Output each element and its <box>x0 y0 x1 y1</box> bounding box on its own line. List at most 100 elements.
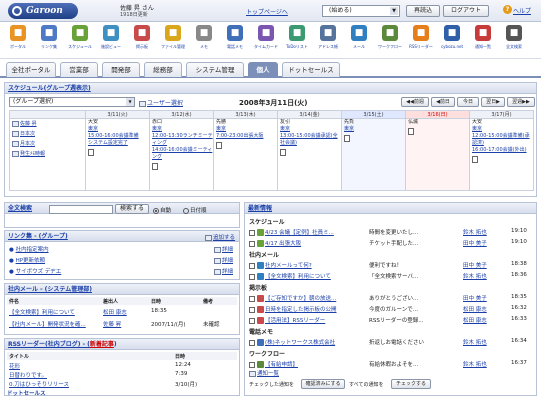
check-all-button[interactable]: チェックする <box>391 379 431 389</box>
latest-item-title[interactable]: 【ご存知ですか】朝の放送... <box>249 294 367 302</box>
checkbox[interactable] <box>249 262 255 269</box>
checkbox[interactable] <box>249 229 255 236</box>
user-select-link[interactable]: ユーザー選択 <box>139 98 183 107</box>
day-cell[interactable]: 先負 東京 <box>341 118 406 191</box>
latest-row[interactable]: 4/23 会議【定例】社員ミ... 時間を変更いたし... 鈴木 拓也 19:10 <box>249 227 532 237</box>
today-button[interactable]: 今日 <box>457 97 479 107</box>
latest-row[interactable]: 【有給申請】 有給休暇およそを... 鈴木 拓也 16:37 <box>249 359 532 369</box>
app-memo[interactable]: ■ メモ <box>190 25 218 50</box>
checkbox[interactable] <box>249 339 255 346</box>
latest-row[interactable]: 4/17 出張大阪 チケット手配した... 田中 美子 19:10 <box>249 238 532 248</box>
next-week-button[interactable]: 翌週▶▶ <box>507 97 535 107</box>
search-input[interactable] <box>49 205 113 214</box>
checkbox[interactable] <box>249 295 255 302</box>
app-search[interactable]: ■ 全文検索 <box>500 25 528 50</box>
app-facility[interactable]: ■ 施設ビュー <box>97 25 125 50</box>
detail-link[interactable]: 詳細 <box>213 256 233 264</box>
mail-row[interactable]: 【社内メール】開発状況を確... 佐藤 昇 2007/11/(月) 未確認 <box>7 319 237 328</box>
app-notice[interactable]: ■ 通知一覧 <box>469 25 497 50</box>
app-phone[interactable]: ■ 電話メモ <box>221 25 249 50</box>
day-cell[interactable]: 大安 東京 15:00-16:00会議準備 システム設定完了 <box>85 118 150 191</box>
checkbox[interactable] <box>249 317 255 324</box>
app-workflow[interactable]: ■ ワークフロー <box>376 25 404 50</box>
start-select[interactable]: (始める) ▼ <box>322 5 400 17</box>
day-cell[interactable]: 赤口 東京 12:00-13:30ランチミーティング 14:00-16:00会議ミーテ… <box>149 118 214 191</box>
tab-1[interactable]: 営業部 <box>60 62 98 77</box>
app-portal[interactable]: ■ ポータル <box>4 25 32 50</box>
latest-item-sender[interactable]: 鈴木 拓也 <box>463 338 503 346</box>
add-link-button[interactable]: 追加する <box>204 233 235 241</box>
latest-item-sender[interactable]: 鈴木 拓也 <box>463 272 503 280</box>
memo-icon[interactable] <box>344 135 350 142</box>
link-item[interactable]: ● サイボウズ デヂエ <box>9 267 61 275</box>
prev-week-button[interactable]: ◀◀前週 <box>401 97 429 107</box>
latest-item-sender[interactable]: 松田 康志 <box>463 305 503 313</box>
memo-icon[interactable] <box>472 156 478 163</box>
link-item[interactable]: ● HP更新依頼 <box>9 256 45 264</box>
tab-6[interactable]: ドットセールス <box>282 62 340 77</box>
prev-day-button[interactable]: ◀前日 <box>431 97 455 107</box>
latest-item-title[interactable]: 日時を指定した掲示板の公開 <box>249 305 367 313</box>
day-cell[interactable]: 大安 東京 12:00-15:00会議準備(承認済) 16:00-17:00会議(外出… <box>469 118 534 191</box>
rss-row[interactable]: 花形 12:24 <box>7 361 237 370</box>
latest-item-sender[interactable]: 田中 美子 <box>463 261 503 269</box>
notice-list-link[interactable]: 通知一覧 <box>249 369 279 377</box>
latest-item-title[interactable]: 【活用法】RSSリーダー <box>249 316 367 324</box>
person-link[interactable]: 日本次 <box>11 129 85 139</box>
memo-icon[interactable] <box>152 163 158 170</box>
latest-item-sender[interactable]: 鈴木 拓也 <box>463 228 503 236</box>
latest-item-sender[interactable]: 田中 美子 <box>463 239 503 247</box>
checkbox[interactable] <box>249 240 255 247</box>
tab-0[interactable]: 全社ポータル <box>6 62 56 77</box>
latest-item-title[interactable]: (株)ネットワークス株式会社 <box>249 338 367 346</box>
latest-row[interactable]: 【ご存知ですか】朝の放送... ありがとうござい... 田中 美子 18:35 <box>249 293 532 303</box>
new-articles-badge[interactable]: 新着記事 <box>90 341 114 348</box>
search-option-auto[interactable]: 自動 <box>153 206 171 214</box>
memo-icon[interactable] <box>408 128 414 135</box>
day-header[interactable]: 3/14(金) <box>277 110 342 119</box>
latest-item-title[interactable]: 4/23 会議【定例】社員ミ... <box>249 228 367 236</box>
latest-item-sender[interactable]: 田中 美子 <box>463 294 503 302</box>
day-cell[interactable]: 友引 東京 13:00-15:00会議承認(全社会議) <box>277 118 342 191</box>
next-day-button[interactable]: 翌日▶ <box>481 97 505 107</box>
latest-item-title[interactable]: 【全文検索】利用について <box>249 272 367 280</box>
search-option-date[interactable]: 日付順 <box>183 206 207 214</box>
tab-4[interactable]: システム管理 <box>186 62 244 77</box>
app-cybozu[interactable]: ■ cybozu.net <box>438 25 466 49</box>
day-header[interactable]: 3/13(木) <box>213 110 278 119</box>
latest-row[interactable]: 日時を指定した掲示板の公開 今度のガルーンで... 松田 康志 16:32 <box>249 304 532 314</box>
latest-item-title[interactable]: 社内メールって何? <box>249 261 367 269</box>
search-button[interactable]: 検索する <box>115 204 149 214</box>
day-header[interactable]: 3/15(土) <box>341 110 406 119</box>
memo-icon[interactable] <box>88 149 94 156</box>
logout-button[interactable]: ログアウト <box>443 5 489 17</box>
person-link[interactable]: 月本次 <box>11 139 85 149</box>
dotsales-title[interactable]: ドットセールス <box>7 389 46 397</box>
person-link[interactable]: 佐藤 昇 <box>11 120 85 130</box>
app-board[interactable]: ■ 掲示板 <box>128 25 156 50</box>
detail-link[interactable]: 詳細 <box>213 267 233 275</box>
app-folder[interactable]: ■ ファイル管理 <box>159 25 187 50</box>
reload-button[interactable]: 再読込 <box>406 5 440 17</box>
day-cell[interactable]: 先勝 東京 7:00-23:00出張大阪 <box>213 118 278 191</box>
day-header[interactable]: 3/17(月) <box>469 110 534 119</box>
latest-item-title[interactable]: 4/17 出張大阪 <box>249 239 367 247</box>
day-header[interactable]: 3/16(日) <box>405 110 470 119</box>
rss-row[interactable]: 日替わりです。 7:39 <box>7 370 237 379</box>
rss-title[interactable]: RSSリーダー(社内ブログ) - (新着記事) <box>5 339 239 350</box>
mark-read-button[interactable]: 確認済みにする <box>301 379 345 389</box>
schedule-title[interactable]: スケジュール(グループ週表示) <box>5 83 536 94</box>
day-header[interactable]: 3/11(火) <box>85 110 150 119</box>
person-link[interactable]: 発生ﾒﾓ時報 <box>11 149 85 159</box>
tab-3[interactable]: 総務部 <box>144 62 182 77</box>
day-cell[interactable]: 仏滅 <box>405 118 470 191</box>
latest-row[interactable]: 社内メールって何? 便利ですね！ 田中 美子 18:38 <box>249 260 532 270</box>
day-header[interactable]: 3/12(水) <box>149 110 214 119</box>
latest-item-sender[interactable]: 鈴木 拓也 <box>463 360 503 368</box>
memo-icon[interactable] <box>216 142 222 149</box>
checkbox[interactable] <box>249 306 255 313</box>
latest-row[interactable]: 【全文検索】利用について 「全文検索サーバ... 鈴木 拓也 18:36 <box>249 271 532 281</box>
help-icon[interactable]: ? <box>503 5 512 14</box>
latest-row[interactable]: 【活用法】RSSリーダー RSSリーダーの登録... 松田 康志 16:33 <box>249 315 532 325</box>
latest-item-title[interactable]: 【有給申請】 <box>249 360 367 368</box>
